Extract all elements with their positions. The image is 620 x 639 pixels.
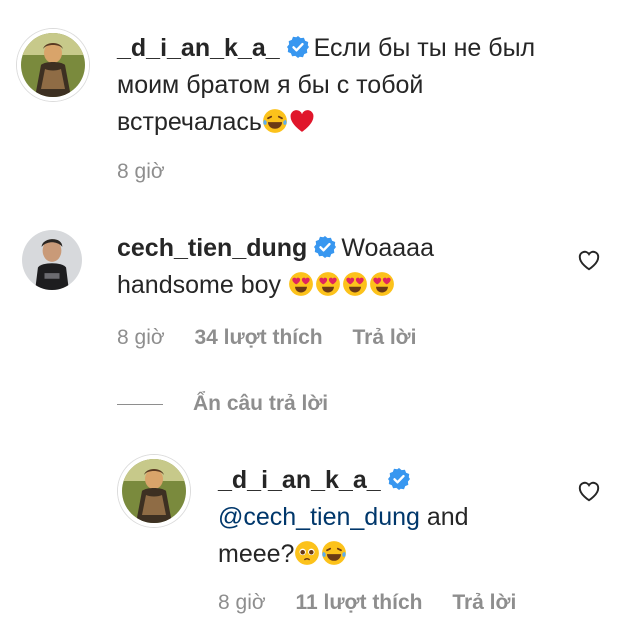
comment-likes[interactable]: 34 lượt thích — [194, 326, 322, 349]
comment-text-line2: моим братом я бы с тобой — [117, 71, 424, 99]
reply-username[interactable]: _d_i_an_k_a_ — [218, 466, 381, 494]
heart-eyes-emoji-icon — [369, 271, 395, 297]
heart-eyes-emoji-icon — [288, 271, 314, 297]
reply-time[interactable]: 8 giờ — [218, 591, 266, 614]
avatar-photo — [22, 230, 82, 290]
reply-text-line1: and — [426, 503, 469, 531]
tears-of-joy-emoji-icon — [262, 108, 288, 134]
reply-comment: _d_i_an_k_a_ @cech_tien_dung and meee? 8… — [0, 440, 620, 639]
hide-replies-button[interactable]: Ẩn câu trả lời — [193, 392, 328, 416]
avatar[interactable] — [17, 29, 89, 101]
reply-likes[interactable]: 11 lượt thích — [295, 591, 422, 614]
heart-eyes-emoji-icon — [315, 271, 341, 297]
avatar[interactable] — [22, 230, 82, 290]
hide-replies-divider — [117, 404, 163, 405]
reply-meta: 8 giờ 11 lượt thích Trả lời — [218, 591, 540, 615]
mention-link[interactable]: @cech_tien_dung — [218, 503, 420, 531]
comment-body: _d_i_an_k_a_ Если бы ты не был моим брато… — [117, 30, 557, 141]
verified-icon — [313, 235, 337, 259]
tears-of-joy-emoji-icon — [321, 540, 347, 566]
comment-text-line1: Woaaaa — [341, 234, 434, 262]
red-heart-emoji-icon — [289, 108, 315, 134]
comment-time[interactable]: 8 giờ — [117, 160, 165, 183]
reply-body: _d_i_an_k_a_ @cech_tien_dung and meee? — [218, 462, 558, 573]
like-heart-icon[interactable] — [576, 247, 602, 273]
avatar-photo — [122, 459, 186, 523]
reply-button[interactable]: Trả lời — [452, 591, 516, 614]
comment-1: _d_i_an_k_a_ Если бы ты не был моим брато… — [0, 0, 620, 190]
comment-2: cech_tien_dung Woaaaa handsome boy 8 giờ … — [0, 190, 620, 370]
comment-time[interactable]: 8 giờ — [117, 326, 165, 349]
comment-body: cech_tien_dung Woaaaa handsome boy — [117, 230, 537, 304]
comment-text-line2: handsome boy — [117, 271, 282, 299]
avatar-photo — [21, 33, 85, 97]
comment-meta: 8 giờ 34 lượt thích Trả lời — [117, 326, 440, 350]
reply-text-line2: meee? — [218, 540, 295, 568]
comment-username[interactable]: cech_tien_dung — [117, 234, 307, 262]
comment-username[interactable]: _d_i_an_k_a_ — [117, 34, 280, 62]
pleading-face-emoji-icon — [294, 540, 320, 566]
comment-text-line3: встречалась — [117, 108, 262, 136]
verified-icon — [286, 35, 310, 59]
verified-icon — [387, 467, 411, 491]
comment-text-line1: Если бы ты не был — [313, 34, 536, 62]
like-heart-icon[interactable] — [576, 478, 602, 504]
comment-meta: 8 giờ — [117, 160, 189, 184]
avatar[interactable] — [118, 455, 190, 527]
heart-eyes-emoji-icon — [342, 271, 368, 297]
reply-button[interactable]: Trả lời — [352, 326, 416, 349]
